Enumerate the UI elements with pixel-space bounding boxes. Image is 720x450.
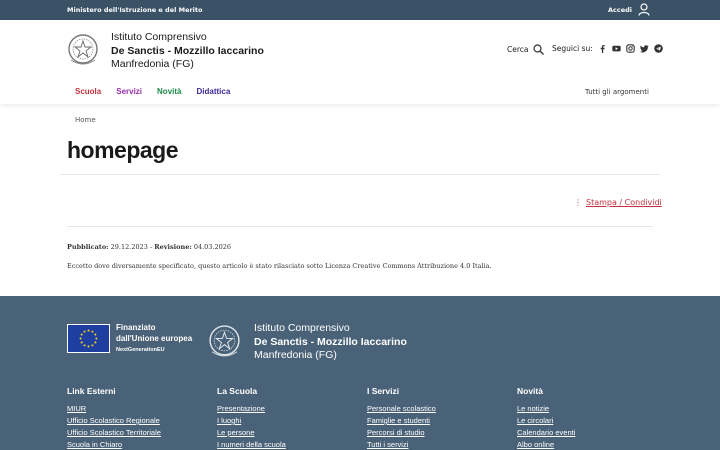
footer-school-line3: Manfredonia (FG) [254,349,337,361]
eu-star [80,333,83,336]
footer-link[interactable]: Le notizie [517,403,575,415]
footer-column-title: La Scuola [217,386,258,396]
footer-column-i-servizi: I Servizi Personale scolastico Famiglie … [367,386,436,450]
footer-link[interactable]: Famiglie e studenti [367,415,436,427]
footer-link[interactable]: Percorsi di studio [367,427,436,439]
footer-column-link-esterni: Link Esterni MIUR Ufficio Scolastico Reg… [67,386,161,450]
ministry-link[interactable]: Ministero dell'Istruzione e del Merito [67,6,203,14]
footer-link[interactable]: Le persone [217,427,286,439]
eu-star [83,330,86,333]
footer-link[interactable]: I numeri della scuola [217,439,286,450]
eu-star [95,337,98,340]
eu-star [91,330,94,333]
school-name-line3: Manfredonia (FG) [111,58,194,70]
nav-item-servizi[interactable]: Servizi [116,87,142,96]
meta-separator: - [149,243,153,251]
site-footer: Finanziato dall'Unione europea NextGener… [0,296,720,450]
footer-column-title: Novità [517,386,543,396]
eu-line1: Finanziato [116,323,156,332]
eu-star [87,345,90,348]
eu-flag-icon [67,324,110,353]
footer-link[interactable]: Scuola in Chiaro [67,439,161,450]
nav-item-scuola[interactable]: Scuola [75,87,101,96]
page-title: homepage [67,137,179,163]
social-links: Seguici su: [552,44,663,53]
footer-link[interactable]: Ufficio Scolastico Regionale [67,415,161,427]
main-nav: Scuola Servizi Novità Didattica [75,87,230,96]
school-name[interactable]: Istituto Comprensivo De Sanctis - Mozzil… [111,31,264,72]
share-button[interactable]: ⋮ Stampa / Condividi [574,198,662,207]
footer-column-title: Link Esterni [67,386,116,396]
more-vertical-icon: ⋮ [574,198,582,207]
telegram-icon[interactable] [653,44,663,53]
license-notice: Eccetto dove diversamente specificato, q… [67,262,492,270]
footer-link[interactable]: Le circolari [517,415,575,427]
login-button[interactable]: Accedi [608,3,650,16]
footer-link[interactable]: Presentazione [217,403,286,415]
footer-link[interactable]: I luoghi [217,415,286,427]
footer-link[interactable]: Ufficio Scolastico Territoriale [67,427,161,439]
instagram-icon[interactable] [626,44,635,53]
eu-star [91,344,94,347]
footer-link[interactable]: Tutti i servizi [367,439,436,450]
eu-funding-label: Finanziato dall'Unione europea NextGener… [116,323,192,356]
eu-star [94,333,97,336]
search-icon [532,44,544,55]
revision-date: 04.03.2026 [193,243,232,251]
youtube-icon[interactable] [612,44,621,53]
all-topics-link[interactable]: Tutti gli argomenti [585,88,649,96]
footer-link[interactable]: MIUR [67,403,161,415]
republic-emblem-icon[interactable] [67,32,99,68]
school-name-line2: De Sanctis - Mozzillo Iaccarino [111,44,264,57]
eu-star [94,341,97,344]
search-button[interactable]: Cerca [507,44,544,55]
footer-link[interactable]: Albo online [517,439,575,450]
eu-star [80,341,83,344]
login-label: Accedi [607,5,632,14]
revision-label: Revisione: [154,243,192,251]
divider [60,174,660,175]
publication-meta: Pubblicato: 29.12.2023 - Revisione: 04.0… [67,243,231,251]
nav-item-didattica[interactable]: Didattica [196,87,230,96]
footer-column-title: I Servizi [367,386,400,396]
facebook-icon[interactable] [598,44,607,53]
published-date: 29.12.2023 [110,243,148,251]
eu-star [83,344,86,347]
user-icon [638,3,650,16]
share-label: Stampa / Condividi [586,198,662,207]
published-label: Pubblicato: [67,243,109,251]
footer-column-novita: Novità Le notizie Le circolari Calendari… [517,386,575,450]
social-label: Seguici su: [552,44,593,53]
footer-link[interactable]: Personale scolastico [367,403,436,415]
twitter-icon[interactable] [639,44,649,53]
footer-school-line1: Istituto Comprensivo [254,322,350,334]
footer-school-name[interactable]: Istituto Comprensivo De Sanctis - Mozzil… [254,322,407,363]
nav-item-novita[interactable]: Novità [157,87,181,96]
breadcrumb-home[interactable]: Home [75,116,96,124]
footer-link[interactable]: Calendario eventi [517,427,575,439]
divider [67,226,653,227]
eu-line2: dall'Unione europea [116,333,193,343]
republic-emblem-icon [209,325,240,357]
footer-column-la-scuola: La Scuola Presentazione I luoghi Le pers… [217,386,286,450]
footer-school-line2: De Sanctis - Mozzillo Iaccarino [254,335,407,348]
eu-star [79,337,82,340]
eu-star [87,329,90,332]
school-name-line1: Istituto Comprensivo [111,31,207,43]
eu-line3: NextGenerationEU [116,347,165,353]
top-bar: Ministero dell'Istruzione e del Merito A… [0,0,720,20]
search-label: Cerca [507,45,529,54]
